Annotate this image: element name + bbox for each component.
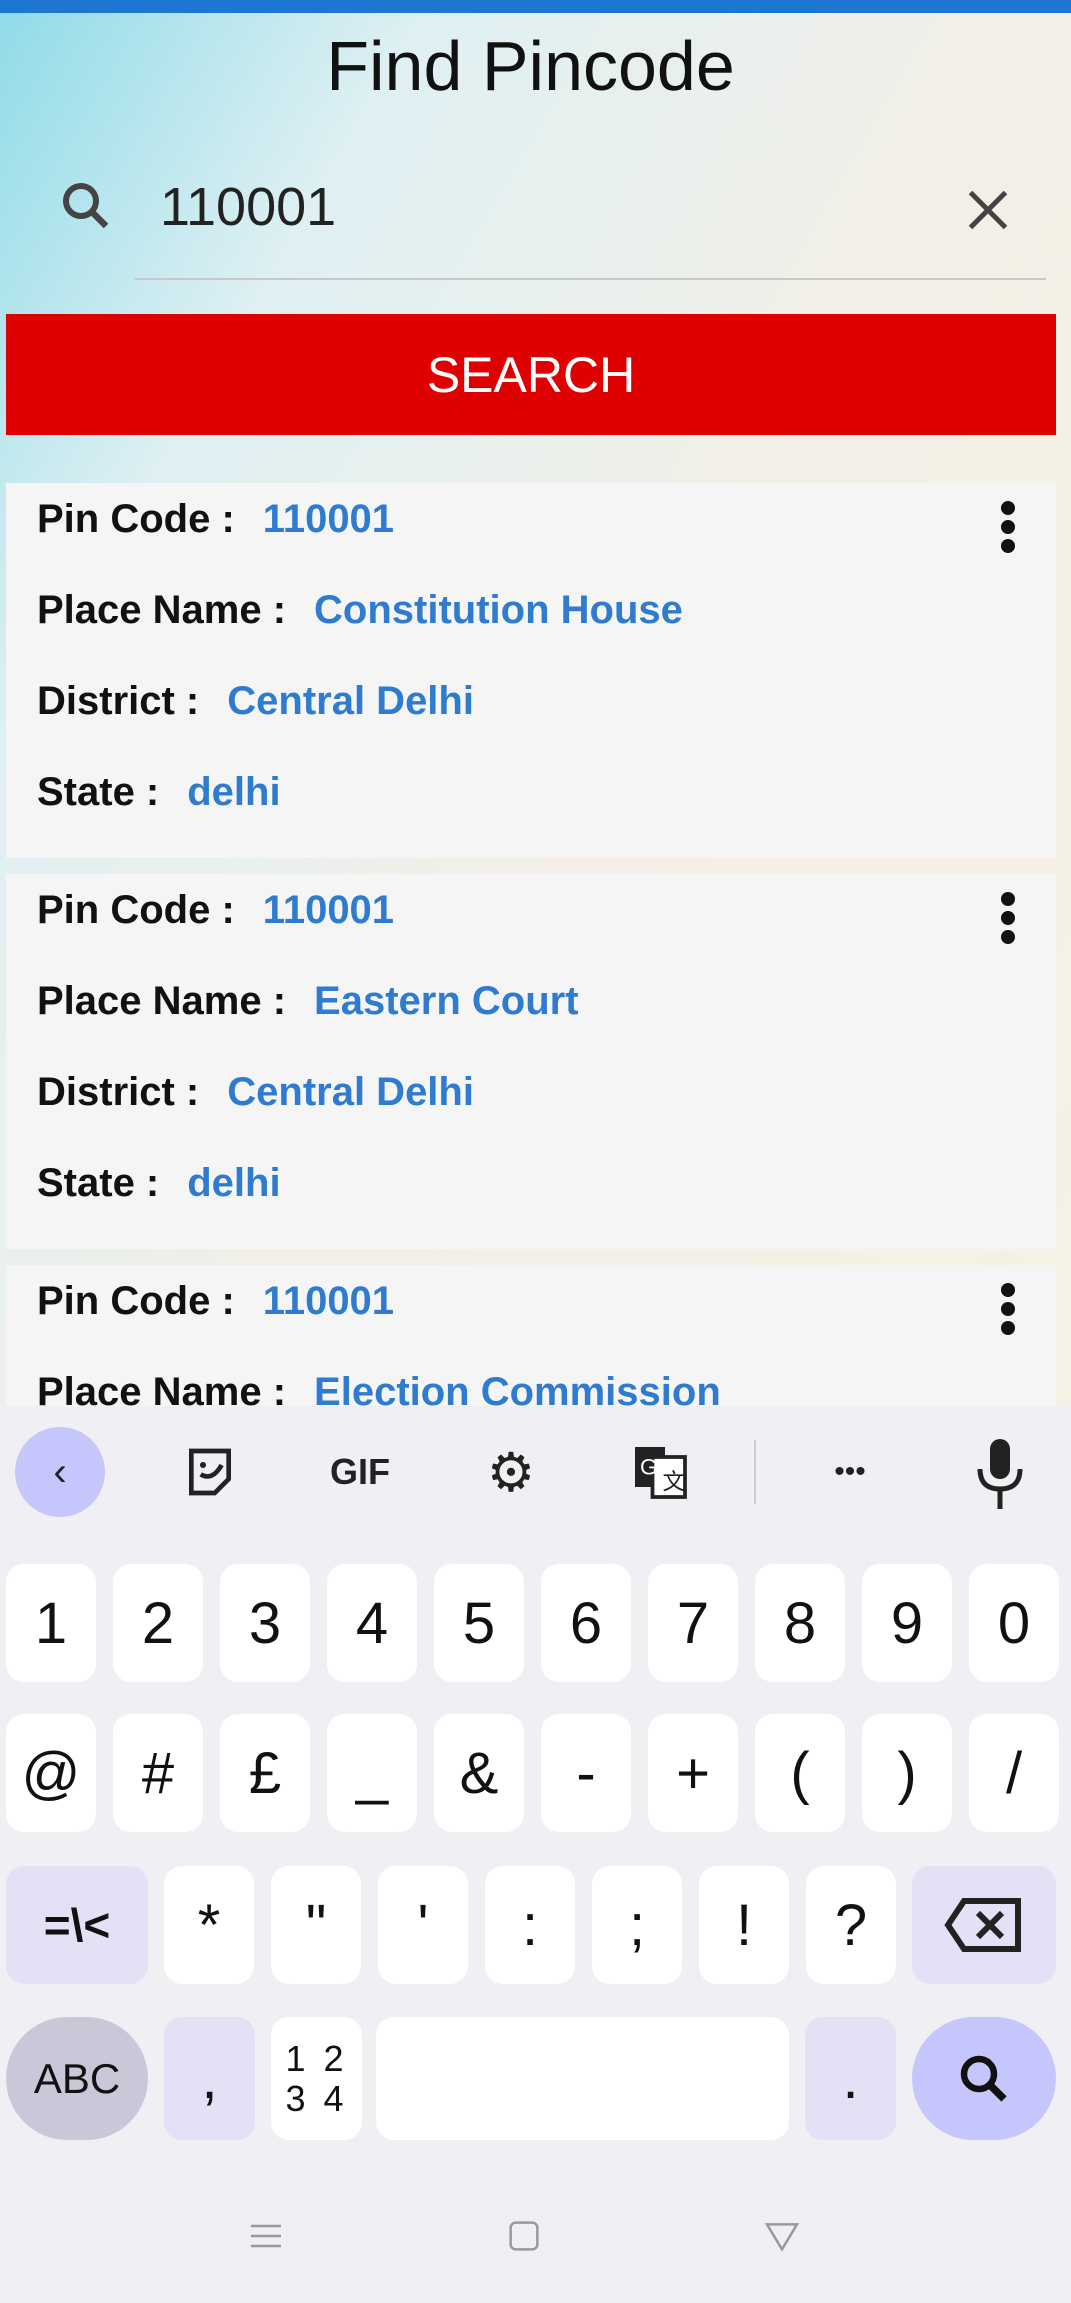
symbols-key[interactable]: =\< [6, 1866, 148, 1984]
key[interactable]: 5 [434, 1564, 524, 1682]
value: 110001 [262, 1279, 395, 1323]
toolbar-divider [754, 1440, 756, 1504]
pin-row: Pin Code : 110001 [37, 497, 394, 542]
pin-row: Pin Code : 110001 [37, 1279, 394, 1324]
district-row: District : Central Delhi [37, 679, 474, 724]
value: delhi [187, 770, 281, 814]
state-row: State : delhi [37, 1161, 281, 1206]
sticker-icon[interactable] [182, 1440, 238, 1504]
close-icon[interactable] [958, 180, 1018, 240]
key[interactable]: 4 [327, 1564, 417, 1682]
key[interactable]: ( [755, 1714, 845, 1832]
value: Constitution House [314, 588, 683, 632]
input-underline [135, 278, 1046, 280]
place-row: Place Name : Constitution House [37, 588, 683, 633]
state-row: State : delhi [37, 770, 281, 815]
value: delhi [187, 1161, 281, 1205]
key[interactable]: " [271, 1866, 361, 1984]
microphone-icon[interactable] [970, 1436, 1030, 1512]
chevron-left-icon[interactable]: ‹ [15, 1427, 105, 1517]
key[interactable]: # [113, 1714, 203, 1832]
abc-key[interactable]: ABC [6, 2017, 148, 2140]
label: Place Name : [37, 588, 287, 632]
backspace-key[interactable] [912, 1866, 1056, 1984]
more-vert-icon[interactable] [996, 1283, 1020, 1343]
value: Eastern Court [314, 979, 579, 1023]
search-input[interactable]: 110001 [160, 176, 336, 238]
key[interactable]: 2 [113, 1564, 203, 1682]
svg-text:文: 文 [663, 1470, 686, 1495]
key[interactable]: 3 [220, 1564, 310, 1682]
label: District : [37, 679, 200, 723]
label: District : [37, 1070, 200, 1114]
menu-nav-icon[interactable] [246, 2216, 286, 2256]
home-nav-icon[interactable] [504, 2216, 544, 2256]
label: Pin Code : [37, 888, 235, 932]
key[interactable]: ! [699, 1866, 789, 1984]
key[interactable]: 8 [755, 1564, 845, 1682]
comma-key[interactable]: , [164, 2017, 255, 2140]
search-icon [960, 2055, 1007, 2102]
keyboard [0, 1406, 1071, 2303]
result-card: Pin Code : 110001 Place Name : Constitutio… [6, 483, 1056, 858]
more-vert-icon[interactable] [996, 501, 1020, 561]
key[interactable]: + [648, 1714, 738, 1832]
key[interactable]: 0 [969, 1564, 1059, 1682]
key[interactable]: 9 [862, 1564, 952, 1682]
value: 110001 [262, 888, 395, 932]
label: Place Name : [37, 979, 287, 1023]
search-key[interactable] [912, 2017, 1056, 2140]
label: State : [37, 1161, 160, 1205]
more-vert-icon[interactable] [996, 892, 1020, 952]
district-row: District : Central Delhi [37, 1070, 474, 1115]
space-key[interactable] [376, 2017, 789, 2140]
key[interactable]: : [485, 1866, 575, 1984]
pin-row: Pin Code : 110001 [37, 888, 394, 933]
key[interactable]: @ [6, 1714, 96, 1832]
period-key[interactable]: . [805, 2017, 896, 2140]
more-icon[interactable]: ••• [815, 1440, 885, 1504]
key[interactable]: ' [378, 1866, 468, 1984]
status-bar [0, 0, 1071, 13]
gif-button[interactable]: GIF [320, 1440, 400, 1504]
key[interactable]: 6 [541, 1564, 631, 1682]
value: 110001 [262, 497, 395, 541]
result-card: Pin Code : 110001 Place Name : Eastern Cou… [6, 874, 1056, 1249]
backspace-icon [944, 1898, 1021, 1952]
label: State : [37, 770, 160, 814]
search-icon [63, 183, 109, 229]
back-nav-icon[interactable] [762, 2216, 802, 2256]
gear-icon[interactable]: ⚙ [475, 1440, 547, 1504]
key[interactable]: * [164, 1866, 254, 1984]
key[interactable]: _ [327, 1714, 417, 1832]
search-button[interactable]: SEARCH [6, 314, 1056, 435]
label: Pin Code : [37, 497, 235, 541]
svg-text:G: G [640, 1455, 658, 1480]
key[interactable]: 7 [648, 1564, 738, 1682]
numpad-key[interactable]: 1 2 3 4 [271, 2017, 362, 2140]
key[interactable]: ) [862, 1714, 952, 1832]
key[interactable]: ; [592, 1866, 682, 1984]
label: Pin Code : [37, 1279, 235, 1323]
key[interactable]: 1 [6, 1564, 96, 1682]
page-title: Find Pincode [326, 27, 735, 105]
key[interactable]: / [969, 1714, 1059, 1832]
place-row: Place Name : Eastern Court [37, 979, 579, 1024]
key[interactable]: ? [806, 1866, 896, 1984]
key[interactable]: - [541, 1714, 631, 1832]
value: Central Delhi [227, 679, 474, 723]
translate-icon[interactable]: G文 [630, 1440, 690, 1504]
key[interactable]: £ [220, 1714, 310, 1832]
key[interactable]: & [434, 1714, 524, 1832]
value: Central Delhi [227, 1070, 474, 1114]
